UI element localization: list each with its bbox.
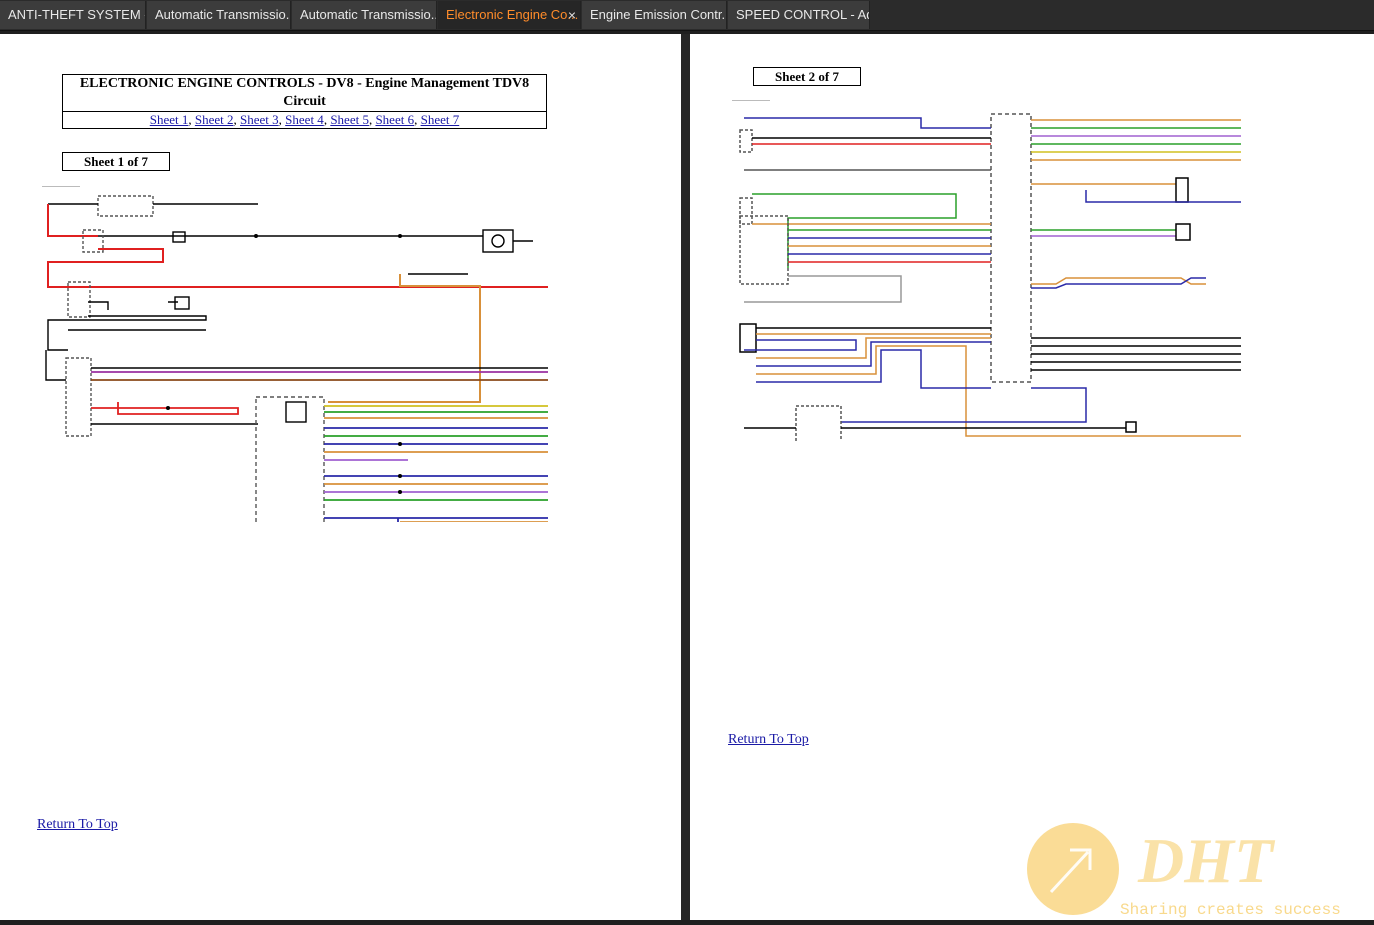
close-icon[interactable]: ×: [568, 1, 576, 29]
wiring-diagram-sheet-1: [45, 195, 548, 522]
tab-label: Electronic Engine Co...: [446, 7, 579, 22]
tab-label: SPEED CONTROL - Ada...: [736, 7, 869, 22]
tab-label: Automatic Transmissio...: [155, 7, 291, 22]
pane-divider[interactable]: [681, 34, 690, 920]
tab-bar: ANTI-THEFT SYSTEM - ... Automatic Transm…: [0, 0, 1374, 31]
tab-anti-theft[interactable]: ANTI-THEFT SYSTEM - ...: [0, 1, 146, 29]
tab-label: Engine Emission Contr...: [590, 7, 727, 22]
wiring-diagram-sheet-2: [739, 113, 1241, 441]
left-document-pane[interactable]: ELECTRONIC ENGINE CONTROLS - DV8 - Engin…: [0, 34, 681, 920]
tab-speed-control[interactable]: SPEED CONTROL - Ada...: [728, 1, 870, 29]
sheet-links: Sheet 1, Sheet 2, Sheet 3, Sheet 4, Shee…: [149, 112, 460, 127]
sheet-6-link[interactable]: Sheet 6: [375, 112, 414, 127]
right-document-pane[interactable]: Sheet 2 of 7 Return To Top: [690, 34, 1374, 920]
return-to-top-link[interactable]: Return To Top: [728, 732, 809, 748]
tab-label: ANTI-THEFT SYSTEM - ...: [8, 7, 145, 22]
watermark-tagline: Sharing creates success: [1120, 901, 1341, 919]
circuit-title-box: ELECTRONIC ENGINE CONTROLS - DV8 - Engin…: [62, 74, 547, 129]
dht-logo-icon: DHT Sharing creates success: [1027, 823, 1341, 919]
tab-engine-emission[interactable]: Engine Emission Contr...: [582, 1, 727, 29]
sheet-3-link[interactable]: Sheet 3: [240, 112, 279, 127]
dht-watermark: DHT Sharing creates success: [1026, 822, 1374, 925]
page-title: ELECTRONIC ENGINE CONTROLS - DV8 - Engin…: [63, 75, 546, 112]
tab-label: Automatic Transmissio...: [300, 7, 437, 22]
sheet-label: Sheet 1 of 7: [62, 152, 170, 171]
tab-automatic-transmission-2[interactable]: Automatic Transmissio...: [292, 1, 437, 29]
sheet-label: Sheet 2 of 7: [753, 67, 861, 86]
return-to-top-link[interactable]: Return To Top: [37, 817, 118, 833]
watermark-logo-text: DHT: [1137, 825, 1276, 896]
tab-electronic-engine-controls[interactable]: Electronic Engine Co... ×: [438, 1, 581, 29]
divider-line: [732, 100, 770, 101]
sheet-1-link[interactable]: Sheet 1: [150, 112, 189, 127]
sheet-7-link[interactable]: Sheet 7: [421, 112, 460, 127]
sheet-5-link[interactable]: Sheet 5: [330, 112, 369, 127]
sheet-2-link[interactable]: Sheet 2: [195, 112, 234, 127]
tab-automatic-transmission-1[interactable]: Automatic Transmissio...: [147, 1, 291, 29]
sheet-4-link[interactable]: Sheet 4: [285, 112, 324, 127]
divider-line: [42, 186, 80, 187]
